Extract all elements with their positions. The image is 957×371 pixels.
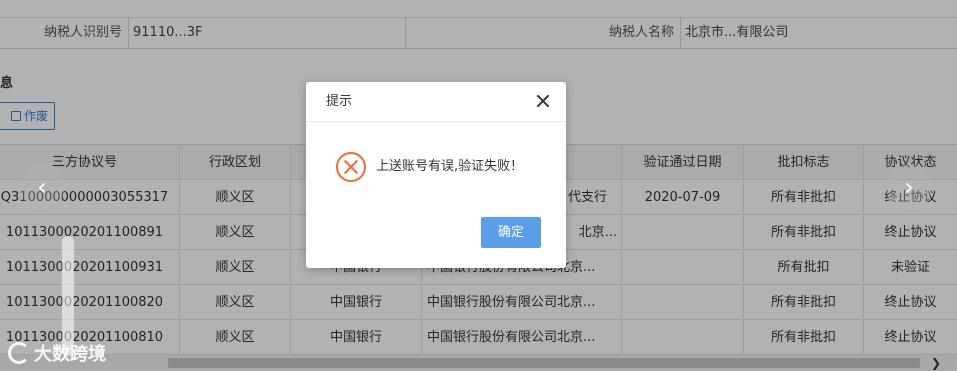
dialog-header: 提示 [306,82,566,122]
ok-button[interactable]: 确定 [481,217,541,248]
dialog-title: 提示 [326,94,353,109]
alert-dialog: 提示 上送账号有误,验证失败！ 确定 [306,82,566,268]
watermark-text: 大数跨境 [34,344,106,365]
watermark: 大数跨境 [8,340,106,366]
watermark-logo-icon [8,342,30,364]
chevron-left-icon[interactable]: ‹ [19,164,65,210]
close-icon[interactable] [534,92,552,110]
error-circle-icon [336,152,366,182]
chevron-right-icon[interactable]: › [886,164,932,210]
vertical-scroll-indicator[interactable] [62,236,74,356]
dialog-message: 上送账号有误,验证失败！ [376,159,524,174]
